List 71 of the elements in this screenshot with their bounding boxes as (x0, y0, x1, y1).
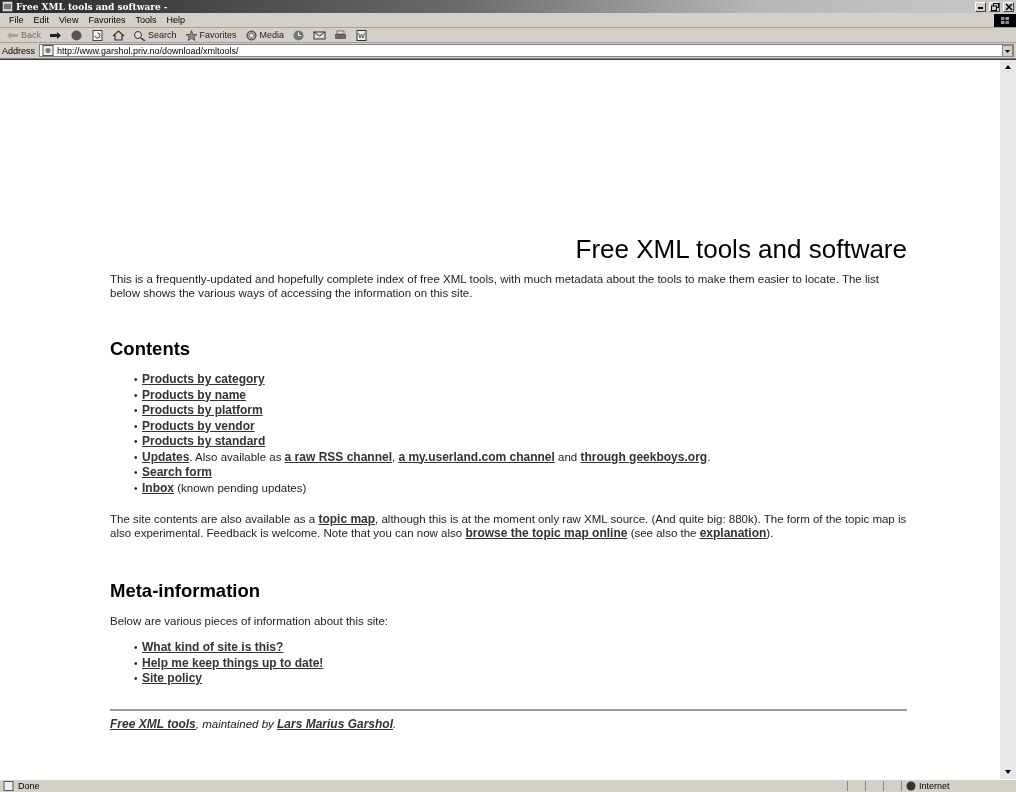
menu-item[interactable]: Favorites (83, 15, 131, 25)
link[interactable]: Inbox (142, 480, 174, 495)
link[interactable]: Products by name (142, 387, 247, 402)
menu-item[interactable]: Edit (28, 15, 55, 25)
browser-icon (2, 1, 13, 12)
close-icon (1004, 2, 1013, 11)
link[interactable]: browse the topic map online (465, 526, 628, 540)
bullet: • (134, 388, 139, 403)
menu-item[interactable]: File (4, 15, 29, 25)
star-icon (184, 29, 198, 41)
list-text: Inbox (known pending updates) (142, 480, 307, 496)
page-icon (3, 781, 15, 791)
intro-paragraph: This is a frequently-updated and hopefully complete index of free XML tools, with much metadata about the tools to make them easier to locate. The list below shows the various ways of accessing the information on this site. (110, 272, 880, 300)
footer-text: Free XML tools, maintained by Lars Marius Garshol. (110, 716, 398, 731)
address-field[interactable]: http://www.garshol.priv.no/download/xmltools/ (39, 44, 1014, 57)
restore-icon (990, 2, 999, 11)
link[interactable]: explanation (699, 526, 767, 540)
bullet: • (134, 481, 139, 496)
bullet: • (134, 404, 139, 418)
search-icon (133, 29, 146, 41)
bullet: • (134, 656, 139, 671)
section-heading: Contents (110, 338, 192, 360)
menu-item[interactable]: Tools (130, 15, 162, 25)
link[interactable]: Help me keep things up to date! (142, 655, 324, 670)
link[interactable]: What kind of site is this? (142, 640, 284, 654)
link[interactable]: Products by category (142, 372, 265, 386)
menu-item[interactable]: Help (161, 15, 190, 25)
history-icon (292, 29, 306, 41)
media-button[interactable]: Media (241, 28, 288, 42)
document-icon (355, 29, 369, 41)
favorites-button[interactable]: Favorites (181, 28, 240, 42)
link[interactable]: Products by standard (142, 434, 266, 448)
minimize-button[interactable] (975, 1, 986, 12)
link[interactable]: a raw RSS channel (284, 449, 392, 464)
printer-icon (334, 29, 348, 41)
bullet: • (134, 435, 139, 449)
window-title: Free XML tools and software - (16, 1, 168, 12)
topic-map-paragraph: The site contents are also available as a topic map, although this is at the moment only raw XML source. (And quite big: 880k). The form of the topic map is also experimental. Feedback is welcome. Note that you can now also browse the topic map online (see also the explanation). (110, 512, 907, 540)
home-icon (112, 29, 125, 41)
link[interactable]: Products by platform (142, 403, 263, 417)
link[interactable]: Search form (142, 465, 213, 479)
back-arrow-icon (6, 29, 19, 41)
refresh-icon (91, 29, 104, 41)
bullet: • (134, 450, 139, 465)
status-text: Done (18, 781, 40, 791)
scrollbar[interactable] (1000, 60, 1016, 779)
page-heading: Free XML tools and software (574, 233, 907, 264)
search-button[interactable]: Search (130, 28, 180, 42)
section-heading: Meta-information (110, 580, 262, 602)
bullet: • (134, 466, 139, 480)
link[interactable]: Free XML tools (110, 716, 196, 731)
security-zone: Internet (901, 781, 1016, 791)
link[interactable]: a my.userland.com channel (398, 449, 555, 464)
page-icon (42, 45, 55, 56)
link[interactable]: Site policy (142, 671, 203, 685)
link[interactable]: Products by vendor (142, 418, 255, 433)
bullet: • (134, 419, 139, 434)
list-text: Updates. Also available as a raw RSS channel, a my.userland.com channel and through geekboys.org. (142, 449, 711, 465)
menu-item[interactable]: View (54, 15, 84, 25)
stop-icon (70, 29, 83, 41)
bullet: • (134, 641, 139, 655)
restore-button[interactable] (989, 1, 1000, 12)
globe-icon (906, 781, 916, 791)
address-label: Address (2, 45, 36, 56)
forward-arrow-icon (49, 29, 62, 41)
close-button[interactable] (1003, 1, 1014, 12)
minimize-icon (978, 6, 983, 9)
meta-intro-text: Below are various pieces of information about this site: (110, 614, 390, 628)
mail-icon (313, 29, 327, 41)
bullet: • (134, 373, 139, 387)
bullet: • (134, 672, 139, 686)
